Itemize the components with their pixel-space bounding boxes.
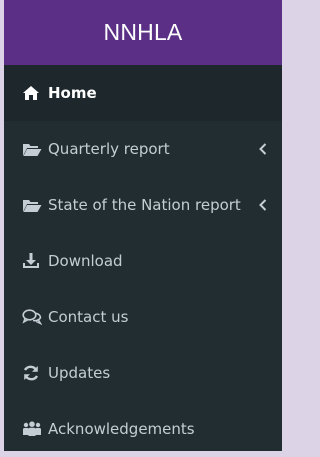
chat-icon: [22, 308, 44, 326]
sidebar-menu: Home Quarterly report State of the Natio…: [4, 65, 282, 457]
refresh-icon: [22, 364, 44, 382]
sidebar-item-label: Updates: [48, 364, 111, 382]
sidebar-item-label: Acknowledgements: [48, 420, 195, 438]
sidebar: NNHLA Home Quarterly report State of the…: [4, 0, 282, 457]
sidebar-item-download[interactable]: Download: [4, 233, 282, 289]
sidebar-item-quarterly-report[interactable]: Quarterly report: [4, 121, 282, 177]
sidebar-item-contact-us[interactable]: Contact us: [4, 289, 282, 345]
home-icon: [22, 84, 44, 102]
chevron-left-icon[interactable]: [258, 142, 268, 156]
sidebar-item-home[interactable]: Home: [4, 65, 282, 121]
sidebar-item-label: Contact us: [48, 308, 129, 326]
users-icon: [22, 420, 44, 438]
sidebar-item-label: Download: [48, 252, 123, 270]
chevron-left-icon[interactable]: [258, 198, 268, 212]
sidebar-item-label: Quarterly report: [48, 140, 170, 158]
brand-title: NNHLA: [103, 19, 183, 45]
sidebar-item-acknowledgements[interactable]: Acknowledgements: [4, 401, 282, 457]
sidebar-item-label: Home: [48, 84, 97, 102]
sidebar-item-label: State of the Nation report: [48, 196, 241, 214]
sidebar-item-updates[interactable]: Updates: [4, 345, 282, 401]
sidebar-item-state-of-the-nation-report[interactable]: State of the Nation report: [4, 177, 282, 233]
brand-logo[interactable]: NNHLA: [4, 0, 282, 65]
folder-open-icon: [22, 140, 44, 158]
page-background-strip: [4, 451, 282, 457]
folder-open-icon: [22, 196, 44, 214]
download-icon: [22, 252, 44, 270]
